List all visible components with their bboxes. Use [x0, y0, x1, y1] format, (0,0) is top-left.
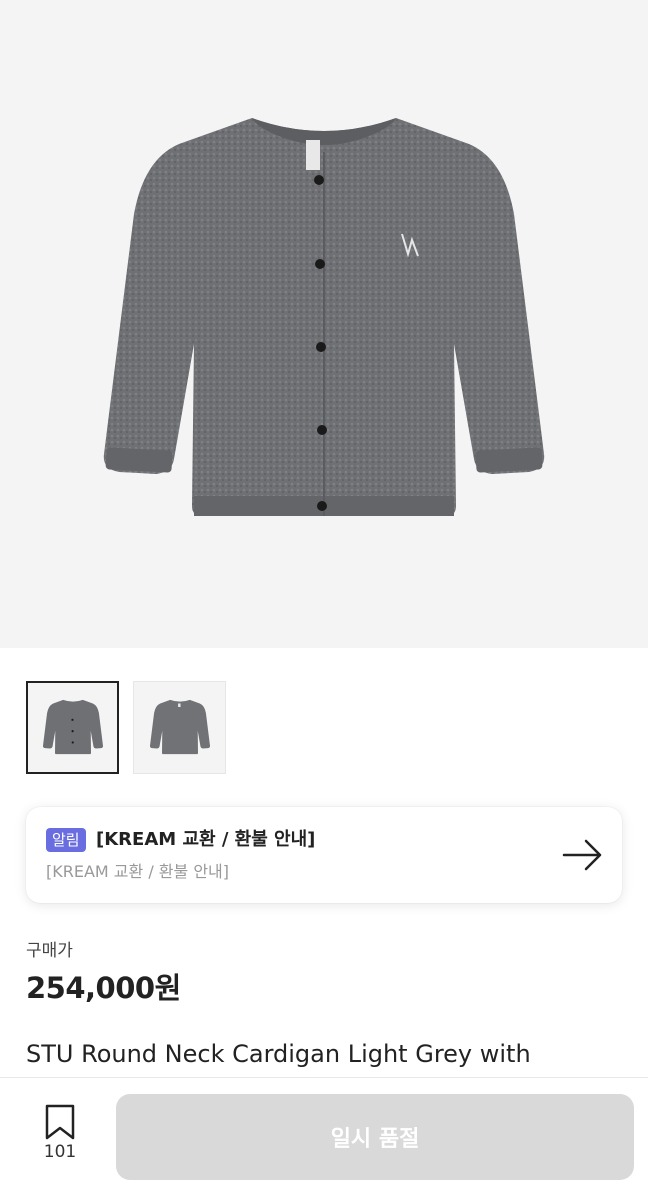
cardigan-thumbnail-image — [42, 699, 103, 754]
bottom-action-bar: 101 일시 품절 — [0, 1077, 648, 1200]
cardigan-image — [103, 118, 545, 516]
thumbnail-2[interactable] — [133, 681, 226, 774]
bookmark-count: 101 — [43, 1142, 77, 1162]
notice-card[interactable]: 알림 [KREAM 교환 / 환불 안내] [KREAM 교환 / 환불 안내] — [26, 807, 622, 903]
product-hero-image[interactable] — [0, 0, 648, 648]
notice-subtitle: [KREAM 교환 / 환불 안내] — [46, 862, 230, 881]
price-value: 254,000원 — [26, 971, 181, 1005]
notice-badge: 알림 — [46, 828, 86, 852]
thumbnail-1[interactable] — [26, 681, 119, 774]
thumbnail-strip — [26, 681, 226, 774]
price-label: 구매가 — [26, 941, 73, 961]
arrow-right-icon[interactable] — [562, 837, 604, 873]
cardigan-back-thumbnail-image — [149, 699, 210, 754]
sold-out-button[interactable]: 일시 품절 — [116, 1094, 634, 1180]
product-title: STU Round Neck Cardigan Light Grey with — [26, 1040, 531, 1068]
bookmark-icon — [45, 1104, 75, 1140]
notice-title: [KREAM 교환 / 환불 안내] — [96, 829, 316, 850]
bookmark-button[interactable]: 101 — [30, 1104, 90, 1174]
